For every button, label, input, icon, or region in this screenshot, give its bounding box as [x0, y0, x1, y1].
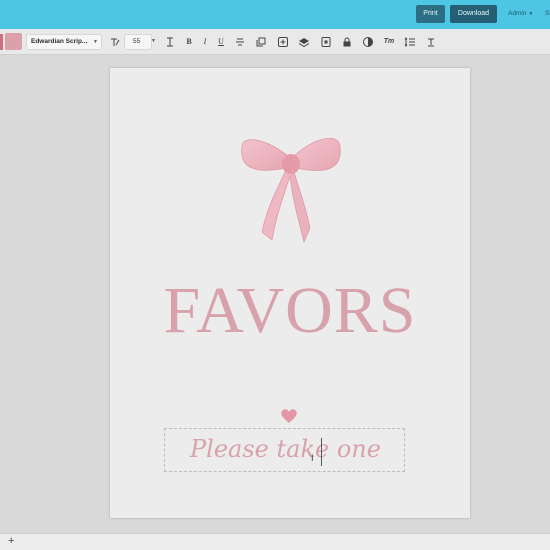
layers-icon[interactable] — [298, 36, 310, 48]
add-icon[interactable] — [277, 36, 289, 48]
heart-icon[interactable] — [280, 408, 298, 424]
text-effects-icon[interactable] — [109, 36, 121, 48]
format-toolbar: Edwardian Scrip... ▼ 55 ▼ B I U Tт — [0, 29, 550, 55]
strikethrough-icon[interactable] — [234, 36, 246, 48]
print-button[interactable]: Print — [416, 5, 445, 23]
ibeam-cursor-icon: I — [311, 453, 314, 463]
font-family-value: Edwardian Scrip... — [31, 38, 88, 45]
bow-illustration[interactable] — [238, 132, 344, 244]
chevron-down-icon[interactable]: ▼ — [151, 38, 156, 44]
chevron-down-icon: ▼ — [93, 39, 98, 45]
duplicate-icon[interactable] — [320, 36, 332, 48]
download-button[interactable]: Download — [450, 5, 497, 23]
opacity-icon[interactable] — [362, 36, 374, 48]
text-cursor — [321, 438, 322, 466]
color-swatch-secondary[interactable] — [5, 33, 22, 50]
truncated-menu-label[interactable]: Sh — [545, 10, 550, 17]
top-bar: Print Download Admin▼ Sh — [0, 0, 550, 29]
font-family-select[interactable]: Edwardian Scrip... ▼ — [26, 34, 102, 50]
tagline-textbox[interactable]: Please take one I — [164, 428, 405, 472]
underline-icon[interactable]: U — [215, 36, 227, 48]
chevron-down-icon: ▼ — [528, 11, 534, 17]
copy-style-icon[interactable] — [255, 36, 267, 48]
color-swatch-primary[interactable] — [0, 34, 3, 50]
tagline-text[interactable]: Please take one — [165, 435, 406, 463]
page-title[interactable]: FAVORS — [110, 273, 470, 349]
add-page-button[interactable]: + — [8, 535, 14, 547]
user-menu-label: Admin — [508, 10, 527, 17]
user-menu[interactable]: Admin ▼ — [508, 10, 533, 17]
italic-icon[interactable]: I — [199, 36, 211, 48]
text-transform-icon[interactable]: Tт — [383, 36, 395, 48]
font-size-input[interactable]: 55 — [124, 34, 152, 50]
letter-spacing-icon[interactable] — [164, 36, 176, 48]
design-page[interactable]: FAVORS Please take one I — [110, 68, 470, 518]
lock-icon[interactable] — [341, 36, 353, 48]
bold-icon[interactable]: B — [183, 36, 195, 48]
line-height-icon[interactable] — [404, 36, 416, 48]
clear-format-icon[interactable] — [425, 36, 437, 48]
bottom-bar: + — [0, 533, 550, 550]
